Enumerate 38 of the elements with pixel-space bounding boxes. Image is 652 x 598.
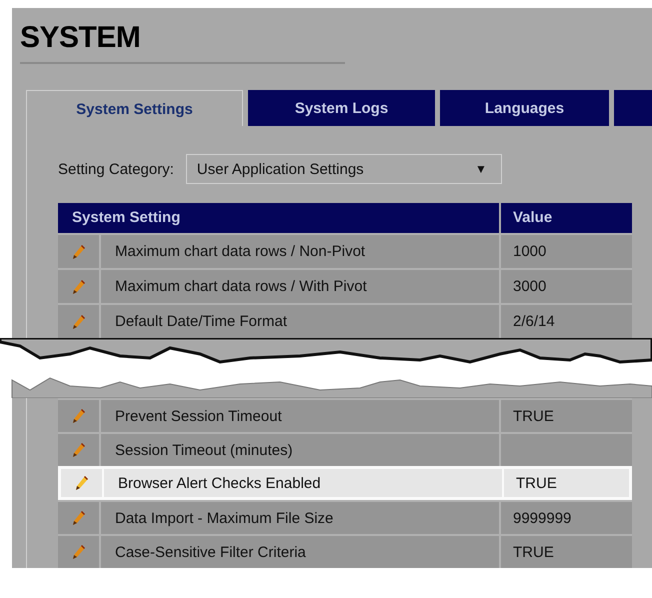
setting-name: Session Timeout (minutes)	[115, 442, 293, 458]
table-row[interactable]: Data Import - Maximum File Size 9999999	[58, 500, 632, 534]
table-row[interactable]: Session Timeout (minutes)	[58, 432, 632, 466]
table-row[interactable]: Browser Alert Checks Enabled TRUE	[58, 466, 632, 500]
setting-value: 9999999	[513, 510, 572, 526]
pencil-icon[interactable]	[72, 510, 86, 526]
setting-value: TRUE	[516, 474, 557, 492]
setting-value: 2/6/14	[513, 313, 555, 330]
setting-name: Maximum chart data rows / With Pivot	[115, 278, 367, 295]
setting-value: 3000	[513, 278, 546, 295]
setting-name: Prevent Session Timeout	[115, 408, 282, 424]
setting-value: 1000	[513, 243, 546, 260]
pencil-icon[interactable]	[72, 314, 86, 330]
field-label: Setting Category:	[58, 160, 174, 178]
pencil-icon[interactable]	[72, 244, 86, 260]
setting-value: TRUE	[513, 544, 554, 560]
column-header: Value	[512, 208, 554, 228]
table-row[interactable]: Maximum chart data rows / With Pivot 3000	[58, 268, 632, 303]
pencil-icon[interactable]	[72, 442, 86, 458]
tab[interactable]: Languages	[440, 90, 609, 126]
page-title: SYSTEM	[20, 20, 142, 56]
setting-name: Data Import - Maximum File Size	[115, 510, 334, 526]
setting-value: TRUE	[513, 408, 554, 424]
pencil-icon[interactable]	[72, 278, 86, 294]
category-dropdown[interactable]: User Application Settings ▼	[186, 154, 502, 184]
setting-name: Maximum chart data rows / Non-Pivot	[115, 243, 366, 260]
table-row[interactable]: Default Date/Time Format 2/6/14	[58, 303, 632, 338]
pencil-icon[interactable]	[72, 544, 86, 560]
table-row[interactable]: Prevent Session Timeout TRUE	[58, 398, 632, 432]
pencil-icon[interactable]	[72, 408, 86, 424]
table-row[interactable]: Case-Sensitive Filter Criteria TRUE	[58, 534, 632, 568]
setting-name: Case-Sensitive Filter Criteria	[115, 544, 306, 560]
setting-name: Default Date/Time Format	[115, 313, 287, 330]
tab[interactable]: System Settings	[26, 90, 243, 126]
pencil-icon[interactable]	[74, 475, 88, 491]
table-row[interactable]: Maximum chart data rows / Non-Pivot 1000	[58, 233, 632, 268]
setting-name: Browser Alert Checks Enabled	[118, 474, 321, 492]
tab[interactable]: System Logs	[248, 90, 435, 126]
